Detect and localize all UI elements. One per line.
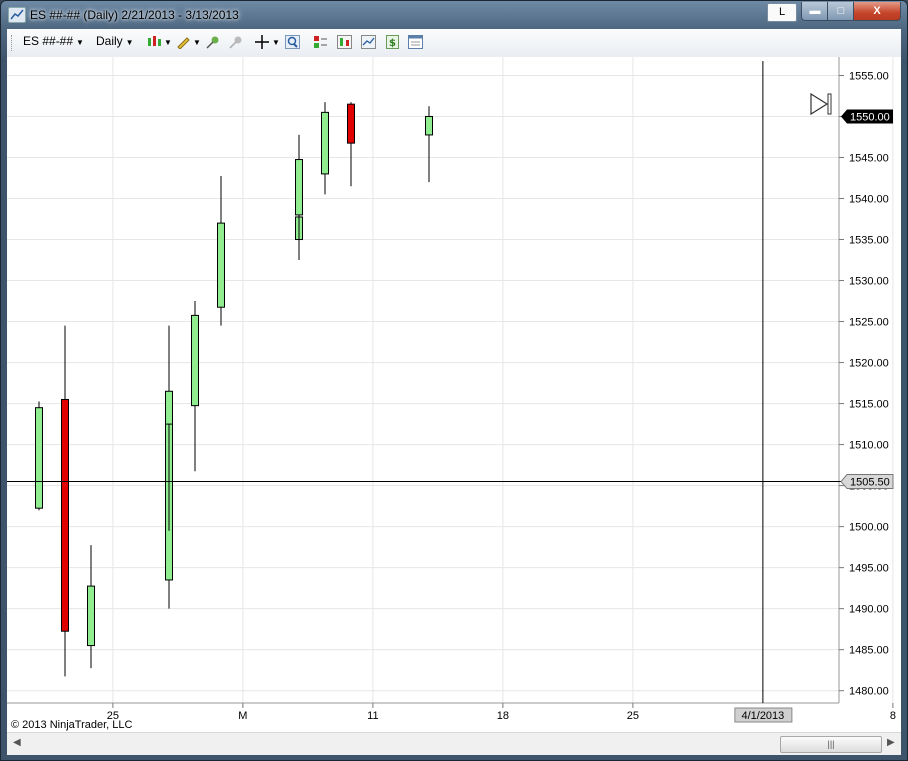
horizontal-scrollbar[interactable]: ◀ ||| ▶ [7,732,901,755]
price-tick-label: 1535.00 [849,235,889,247]
crosshair-date-label: 4/1/2013 [741,710,784,722]
data-series-icon[interactable] [313,35,328,49]
price-tick-label: 1545.00 [849,152,889,164]
scroll-right-icon[interactable]: ▶ [887,737,895,748]
interval-selector[interactable]: Daily ▼ [96,34,134,48]
chart-client-area: ES ##-## ▼ Daily ▼ ▼ ▼ ▼ $ 1480.00 1485.… [7,29,901,755]
maximize-button[interactable]: □ [827,2,855,21]
chevron-down-icon: ▼ [76,38,84,47]
price-tick-label: 1540.00 [849,194,889,206]
zoom-icon[interactable] [285,35,300,49]
crosshair-price-label: 1505.50 [850,477,890,489]
time-tick-label: M [238,710,247,722]
close-button[interactable]: X [853,2,901,21]
candle-up [165,390,173,425]
layout-button[interactable]: L [767,3,797,22]
candle-up [191,314,199,407]
svg-text:$: $ [389,38,396,49]
bar-type-icon[interactable] [147,35,162,49]
candle-down [61,398,69,632]
time-tick-label: 25 [627,710,639,722]
candle-up [321,111,329,175]
price-tick-label: 1480.00 [849,686,889,698]
chart-background [7,57,901,732]
strategies-icon[interactable] [361,35,376,49]
price-tick-label: 1525.00 [849,317,889,329]
chevron-down-icon[interactable]: ▼ [164,38,172,47]
crosshair-date-marker: 4/1/2013 [734,707,793,723]
chevron-down-icon[interactable]: ▼ [193,38,201,47]
chevron-down-icon: ▼ [125,38,134,47]
candle-down [347,103,355,144]
chart-toolbar: ES ##-## ▼ Daily ▼ ▼ ▼ ▼ $ [7,29,901,58]
price-tick-label: 1510.00 [849,440,889,452]
time-tick-label: 18 [497,710,509,722]
title-bar[interactable]: ES ##-## (Daily) 2/21/2013 - 3/13/2013 L… [1,1,907,29]
copyright-label: © 2013 NinjaTrader, LLC [11,719,132,731]
candle-up [425,115,433,136]
price-tick-label: 1520.00 [849,358,889,370]
time-tick-label: 8 [890,710,896,722]
scrollbar-thumb[interactable]: ||| [780,736,882,753]
minimize-button[interactable]: ▬ [801,2,829,21]
indicators-icon[interactable] [337,35,352,49]
dollar-icon[interactable]: $ [385,35,400,49]
chart-window: ES ##-## (Daily) 2/21/2013 - 3/13/2013 L… [0,0,908,761]
price-tick-label: 1530.00 [849,276,889,288]
time-tick-label: 11 [367,710,378,722]
candle-up [217,222,225,308]
price-tick-label: 1490.00 [849,604,889,616]
chevron-down-icon[interactable]: ▼ [272,38,280,47]
price-tick-label: 1495.00 [849,563,889,575]
candle-up [87,585,95,647]
pin-disabled-icon[interactable] [228,35,243,49]
candle-up [35,407,43,509]
last-price-marker: 1550.00 [841,109,893,124]
instrument-selector[interactable]: ES ##-## ▼ [23,34,84,48]
chart-area[interactable]: 1480.00 1485.00 1490.00 1495.00 1500.00 1505.… [7,57,901,732]
last-price-label: 1550.00 [850,111,890,123]
app-icon [8,7,26,23]
toolbar-grip[interactable] [11,35,14,51]
scroll-left-icon[interactable]: ◀ [13,737,21,748]
interval-label: Daily [96,34,123,48]
price-tick-label: 1555.00 [849,70,889,82]
window-title: ES ##-## (Daily) 2/21/2013 - 3/13/2013 [30,8,239,22]
price-tick-label: 1500.00 [849,522,889,534]
instrument-label: ES ##-## [23,34,74,48]
pin-icon[interactable] [205,35,220,49]
price-tick-label: 1485.00 [849,645,889,657]
pencil-icon[interactable] [176,35,191,50]
crosshair-price-marker: 1505.50 [840,474,894,490]
crosshair-icon[interactable] [255,35,270,49]
price-tick-label: 1515.00 [849,399,889,411]
candle-up [295,159,303,216]
properties-icon[interactable] [408,35,423,49]
